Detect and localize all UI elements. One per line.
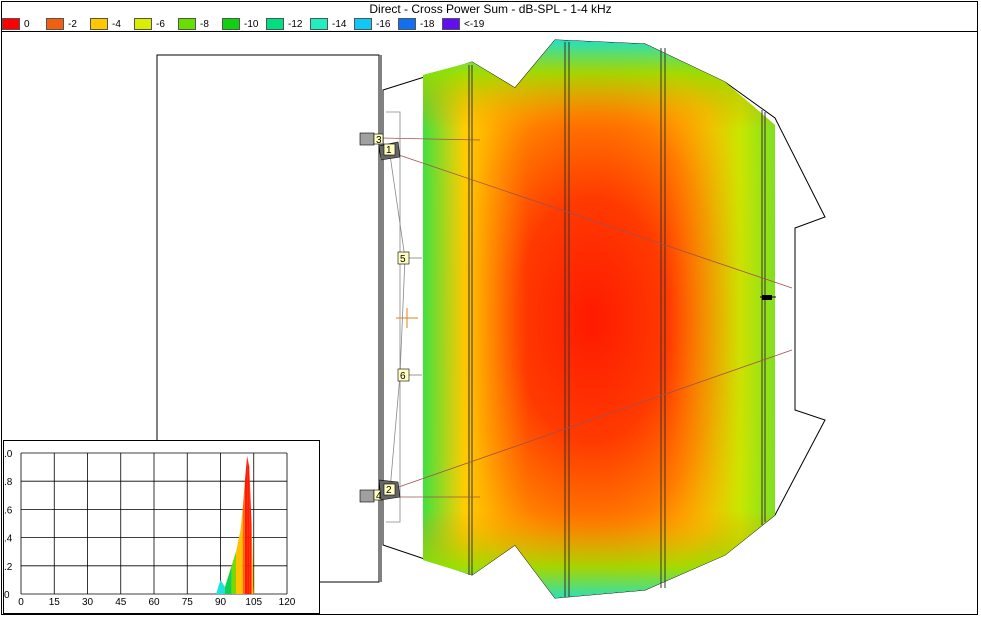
y-tick-label: .6: [4, 505, 13, 516]
speaker-label-3: 3: [376, 135, 382, 146]
y-tick-label: .8: [4, 477, 13, 488]
x-tick-label: 75: [182, 597, 194, 608]
histogram-bar: [249, 467, 252, 594]
y-tick-label: .4: [4, 534, 13, 545]
histogram-panel: 0 15 30 45 60 75 90 105 120 .0 .8 .6 .4 .2 0: [3, 440, 320, 614]
x-tick-label: 60: [148, 597, 160, 608]
x-tick-label: 45: [115, 597, 127, 608]
x-tick-label: 30: [82, 597, 94, 608]
spl-histogram: 0 15 30 45 60 75 90 105 120 .0 .8 .6 .4 .2 0: [4, 449, 296, 608]
x-tick-label: 120: [279, 597, 296, 608]
y-tick-label: .2: [4, 562, 13, 573]
histogram-bar: [220, 579, 225, 594]
speaker-fill-6[interactable]: 6: [397, 368, 422, 382]
histogram-bar: [244, 455, 248, 594]
y-tick-label: .0: [4, 449, 13, 460]
histogram-bar: [231, 551, 237, 594]
histogram-bar: [236, 530, 241, 594]
histogram-bar: [224, 565, 232, 594]
speaker-array-top[interactable]: 3 1: [359, 132, 401, 161]
y-tick-label: 0: [4, 590, 10, 601]
x-tick-label: 105: [245, 597, 262, 608]
speaker-fill-5[interactable]: 5: [397, 251, 422, 265]
x-tick-label: 15: [49, 597, 61, 608]
x-tick-label: 90: [215, 597, 227, 608]
speaker-label-6: 6: [400, 371, 406, 382]
speaker-label-2: 2: [386, 485, 392, 496]
x-tick-label: 0: [18, 597, 24, 608]
histogram-bar: [247, 455, 250, 594]
origin-crosshair: [396, 308, 418, 328]
spl-heatmap: [423, 40, 775, 598]
speaker-array-bottom[interactable]: 4 2: [359, 479, 401, 503]
histogram-bar: [242, 481, 245, 594]
speaker-label-5: 5: [400, 254, 406, 265]
histogram-bar: [240, 509, 243, 594]
histogram-bar: [216, 579, 221, 594]
speaker-label-1: 1: [386, 145, 392, 156]
